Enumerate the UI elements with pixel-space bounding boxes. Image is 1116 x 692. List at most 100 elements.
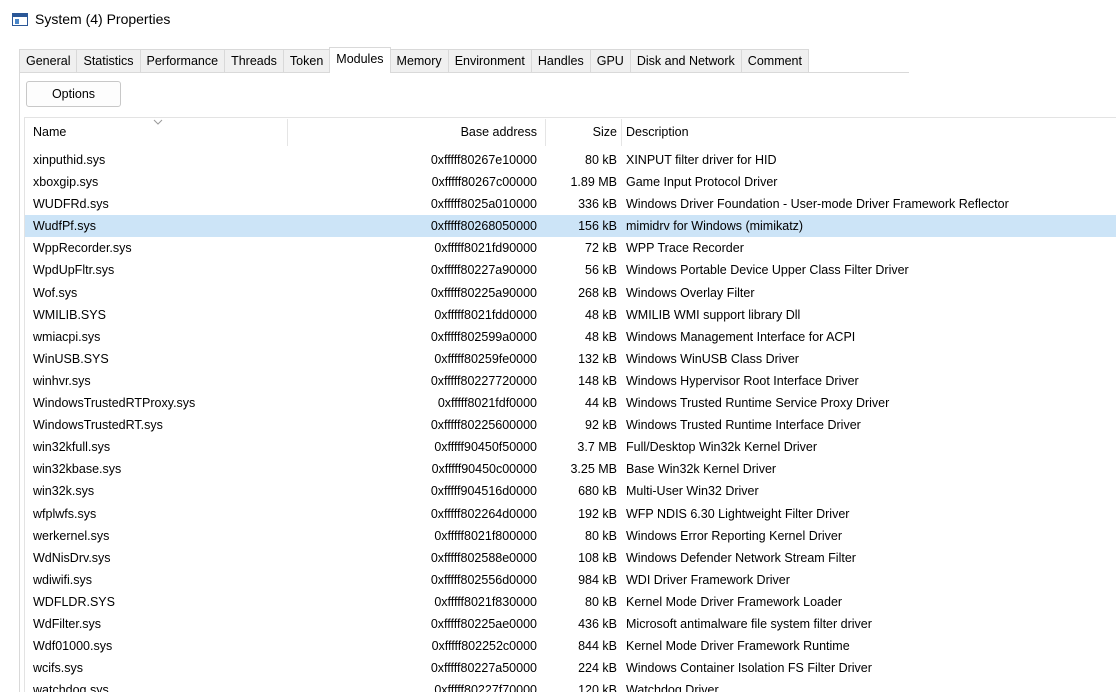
module-name: watchdog.sys: [33, 683, 109, 692]
module-description: Full/Desktop Win32k Kernel Driver: [626, 440, 818, 455]
table-row[interactable]: xinputhid.sys 0xfffff80267e10000 80 kB XINP…: [25, 149, 1116, 171]
table-row[interactable]: WinUSB.SYS 0xfffff80259fe0000 132 kB Window…: [25, 348, 1116, 370]
table-row[interactable]: win32kfull.sys 0xfffff90450f50000 3.7 MB Fu…: [25, 436, 1116, 458]
title-bar: System (4) Properties: [0, 0, 1116, 40]
column-separator[interactable]: [287, 119, 288, 146]
module-description: Base Win32k Kernel Driver: [626, 462, 777, 477]
module-size: 436 kB: [578, 616, 617, 631]
module-base-address: 0xfffff802599a0000: [430, 329, 537, 344]
tab-token[interactable]: Token: [282, 49, 331, 72]
module-size: 192 kB: [578, 506, 617, 521]
list-rows: xinputhid.sys 0xfffff80267e10000 80 kB XINP…: [25, 149, 1116, 692]
module-size: 44 kB: [585, 396, 617, 411]
tab-general[interactable]: General: [19, 49, 78, 72]
module-description: Windows Management Interface for ACPI: [626, 329, 856, 344]
module-size: 268 kB: [578, 285, 617, 300]
module-base-address: 0xfffff8021f800000: [434, 528, 537, 543]
tab-gpu[interactable]: GPU: [589, 49, 631, 72]
module-base-address: 0xfffff904516d0000: [430, 484, 537, 499]
tab-statistics[interactable]: Statistics: [76, 49, 141, 72]
module-name: WdFilter.sys: [33, 616, 102, 631]
module-base-address: 0xfffff80227f70000: [434, 683, 537, 692]
module-description: Windows Overlay Filter: [626, 285, 755, 300]
column-separator[interactable]: [621, 119, 622, 146]
table-row[interactable]: WdNisDrv.sys 0xfffff802588e0000 108 kB Wind…: [25, 547, 1116, 569]
table-row[interactable]: WMILIB.SYS 0xfffff8021fdd0000 48 kB WMILIB …: [25, 304, 1116, 326]
module-name: winhvr.sys: [33, 373, 91, 388]
module-size: 48 kB: [585, 307, 617, 322]
table-row[interactable]: WppRecorder.sys 0xfffff8021fd90000 72 kB WP…: [25, 237, 1116, 259]
table-row[interactable]: watchdog.sys 0xfffff80227f70000 120 kB Watc…: [25, 679, 1116, 692]
module-base-address: 0xfffff802588e0000: [430, 550, 537, 565]
module-size: 56 kB: [585, 263, 617, 278]
module-name: Wdf01000.sys: [33, 639, 113, 654]
table-row[interactable]: WindowsTrustedRT.sys 0xfffff80225600000 92…: [25, 414, 1116, 436]
table-row[interactable]: wfplwfs.sys 0xfffff802264d0000 192 kB WFP N…: [25, 503, 1116, 525]
window-title: System (4) Properties: [35, 11, 171, 27]
tab-disk-and-network[interactable]: Disk and Network: [629, 49, 742, 72]
module-base-address: 0xfffff8025a010000: [430, 197, 537, 212]
column-header-name[interactable]: Name: [33, 118, 66, 147]
options-button[interactable]: Options: [26, 81, 121, 107]
module-size: 120 kB: [578, 683, 617, 692]
table-row[interactable]: wdiwifi.sys 0xfffff802556d0000 984 kB WDI D…: [25, 569, 1116, 591]
table-row[interactable]: wmiacpi.sys 0xfffff802599a0000 48 kB Window…: [25, 326, 1116, 348]
module-base-address: 0xfffff80268050000: [430, 219, 537, 234]
module-size: 1.89 MB: [570, 175, 617, 190]
module-size: 3.7 MB: [577, 440, 617, 455]
module-name: WpdUpFltr.sys: [33, 263, 115, 278]
module-name: WinUSB.SYS: [33, 351, 109, 366]
table-row[interactable]: xboxgip.sys 0xfffff80267c00000 1.89 MB Game…: [25, 171, 1116, 193]
list-header: Name Base address Size Description: [25, 118, 1116, 147]
module-base-address: 0xfffff80267e10000: [430, 153, 537, 167]
module-size: 80 kB: [585, 153, 617, 167]
module-name: WDFLDR.SYS: [33, 594, 115, 609]
modules-panel: Options Name Base address Size Descripti…: [19, 73, 1116, 692]
tab-handles[interactable]: Handles: [530, 49, 591, 72]
tab-comment[interactable]: Comment: [740, 49, 809, 72]
module-size: 108 kB: [578, 550, 617, 565]
table-row[interactable]: WDFLDR.SYS 0xfffff8021f830000 80 kB Kernel …: [25, 591, 1116, 613]
module-size: 72 kB: [585, 241, 617, 256]
column-header-base-address[interactable]: Base address: [315, 118, 537, 147]
table-row[interactable]: win32k.sys 0xfffff904516d0000 680 kB Multi-…: [25, 480, 1116, 502]
module-size: 224 kB: [578, 661, 617, 676]
table-row[interactable]: WindowsTrustedRTProxy.sys 0xfffff8021fdf0…: [25, 392, 1116, 414]
modules-list[interactable]: Name Base address Size Description xinpu…: [24, 117, 1116, 692]
table-row[interactable]: Wdf01000.sys 0xfffff802252c0000 844 kB Kern…: [25, 635, 1116, 657]
table-row[interactable]: Wof.sys 0xfffff80225a90000 268 kB Windows O…: [25, 282, 1116, 304]
table-row[interactable]: WUDFRd.sys 0xfffff8025a010000 336 kB Window…: [25, 193, 1116, 215]
table-row[interactable]: wcifs.sys 0xfffff80227a50000 224 kB Windows…: [25, 657, 1116, 679]
module-size: 336 kB: [578, 197, 617, 212]
module-size: 92 kB: [585, 418, 617, 433]
module-size: 80 kB: [585, 594, 617, 609]
module-name: WindowsTrustedRT.sys: [33, 418, 163, 433]
module-size: 984 kB: [578, 572, 617, 587]
module-name: WdNisDrv.sys: [33, 550, 111, 565]
module-description: Windows WinUSB Class Driver: [626, 351, 799, 366]
tab-threads[interactable]: Threads: [224, 49, 284, 72]
module-size: 844 kB: [578, 639, 617, 654]
module-name: wdiwifi.sys: [33, 572, 93, 587]
tab-modules[interactable]: Modules: [329, 47, 391, 73]
table-row[interactable]: werkernel.sys 0xfffff8021f800000 80 kB Wind…: [25, 525, 1116, 547]
module-base-address: 0xfffff80225600000: [430, 418, 537, 433]
module-base-address: 0xfffff80227720000: [430, 373, 537, 388]
module-description: Windows Driver Foundation - User-mode Dr…: [626, 197, 1009, 212]
column-header-description[interactable]: Description: [626, 118, 689, 147]
module-name: xboxgip.sys: [33, 175, 99, 190]
tab-memory[interactable]: Memory: [389, 49, 449, 72]
module-name: xinputhid.sys: [33, 153, 106, 167]
tab-environment[interactable]: Environment: [447, 49, 532, 72]
module-name: werkernel.sys: [33, 528, 110, 543]
column-header-size[interactable]: Size: [545, 118, 617, 147]
table-row[interactable]: WdFilter.sys 0xfffff80225ae0000 436 kB Micr…: [25, 613, 1116, 635]
table-row[interactable]: WpdUpFltr.sys 0xfffff80227a90000 56 kB Wind…: [25, 259, 1116, 281]
tab-performance[interactable]: Performance: [139, 49, 226, 72]
table-row[interactable]: winhvr.sys 0xfffff80227720000 148 kB Window…: [25, 370, 1116, 392]
module-base-address: 0xfffff80259fe0000: [434, 351, 537, 366]
module-description: XINPUT filter driver for HID: [626, 153, 777, 167]
module-name: win32k.sys: [33, 484, 95, 499]
table-row[interactable]: WudfPf.sys 0xfffff80268050000 156 kB mimidr…: [25, 215, 1116, 238]
table-row[interactable]: win32kbase.sys 0xfffff90450c00000 3.25 MB B…: [25, 458, 1116, 480]
